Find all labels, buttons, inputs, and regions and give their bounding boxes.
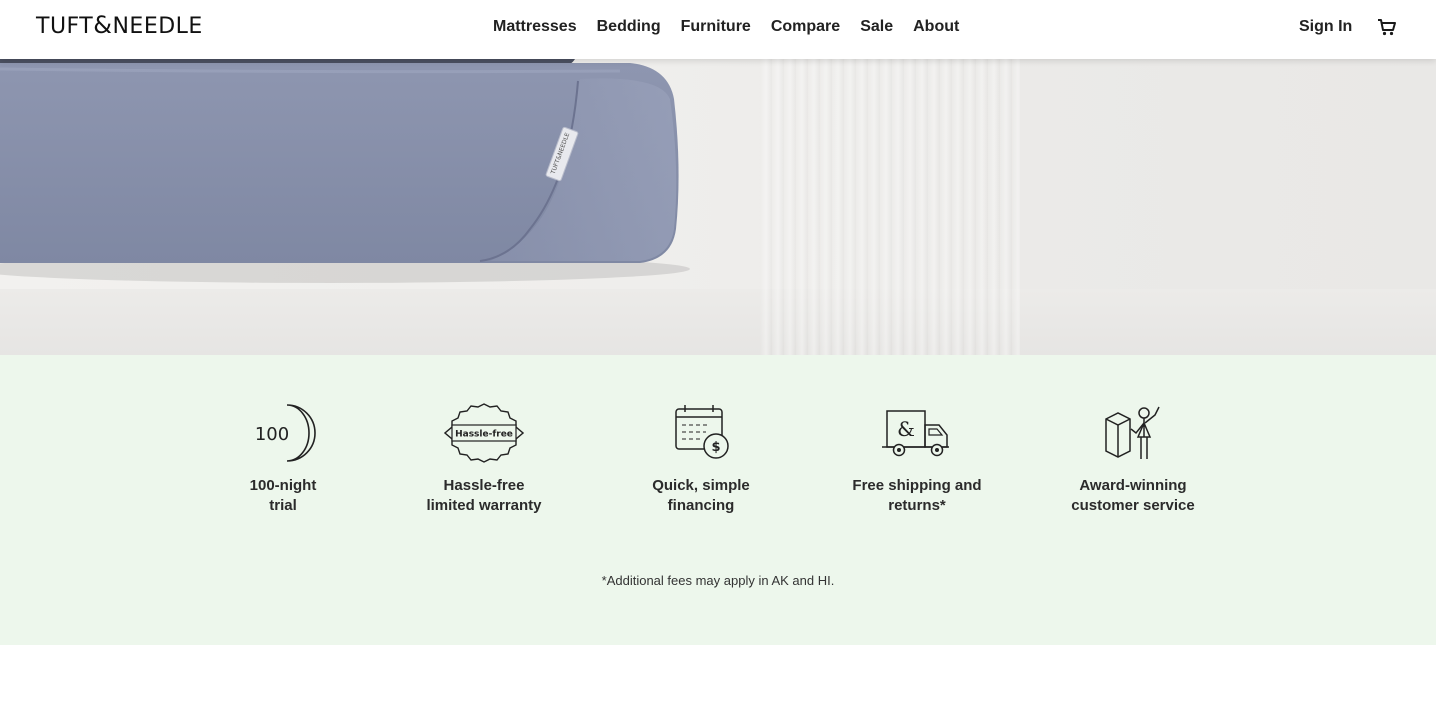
svg-text:100: 100 <box>255 424 289 445</box>
benefit-financing-line1: Quick, simple <box>652 477 750 494</box>
nav-compare[interactable]: Compare <box>771 17 840 37</box>
svg-text:$: $ <box>711 440 720 455</box>
person-box-icon <box>1105 406 1160 459</box>
site-header: TUFT&NEEDLE Mattresses Bedding Furniture… <box>0 0 1436 59</box>
moon-100-icon: 100 <box>255 404 316 462</box>
brand-logo[interactable]: TUFT&NEEDLE <box>36 11 203 39</box>
badge-icon: Hassle-free <box>444 403 524 463</box>
benefit-shipping-line2: returns* <box>888 497 946 514</box>
benefit-shipping-line1: Free shipping and <box>852 477 982 494</box>
svg-text:&: & <box>897 417 915 441</box>
nav-about[interactable]: About <box>913 17 959 37</box>
sign-in-link[interactable]: Sign In <box>1299 17 1352 37</box>
benefit-trial-line1: 100-night <box>249 477 317 494</box>
benefit-financing-line2: financing <box>667 497 735 514</box>
shipping-footnote: *Additional fees may apply in AK and HI. <box>601 573 835 588</box>
benefit-service: Award-winning customer service <box>1033 403 1233 516</box>
benefits-section: 100 100-night trial Hassle-free Hassle-f… <box>0 355 1436 645</box>
benefit-service-line1: Award-winning <box>1079 477 1187 494</box>
main-nav: Mattresses Bedding Furniture Compare Sal… <box>493 17 959 37</box>
svg-text:Hassle-free: Hassle-free <box>455 430 513 440</box>
nav-mattresses[interactable]: Mattresses <box>493 17 577 37</box>
hero-image: TUFT&NEEDLE <box>0 59 1436 355</box>
benefit-financing: $ Quick, simple financing <box>601 403 801 516</box>
benefit-warranty-line1: Hassle-free <box>443 477 525 494</box>
nav-sale[interactable]: Sale <box>860 17 893 37</box>
calendar-dollar-icon: $ <box>675 405 729 459</box>
benefit-service-line2: customer service <box>1071 497 1195 514</box>
nav-furniture[interactable]: Furniture <box>681 17 751 37</box>
benefit-warranty: Hassle-free Hassle-free limited warranty <box>384 403 584 516</box>
benefit-trial-line2: trial <box>269 497 297 514</box>
cart-icon[interactable] <box>1377 17 1397 37</box>
mattress-illustration: TUFT&NEEDLE <box>0 59 690 283</box>
nav-bedding[interactable]: Bedding <box>597 17 661 37</box>
benefit-trial: 100 100-night trial <box>183 403 383 516</box>
truck-icon: & <box>882 410 949 457</box>
benefit-warranty-line2: limited warranty <box>426 497 542 514</box>
benefit-shipping: & Free shipping and returns* <box>817 403 1017 516</box>
